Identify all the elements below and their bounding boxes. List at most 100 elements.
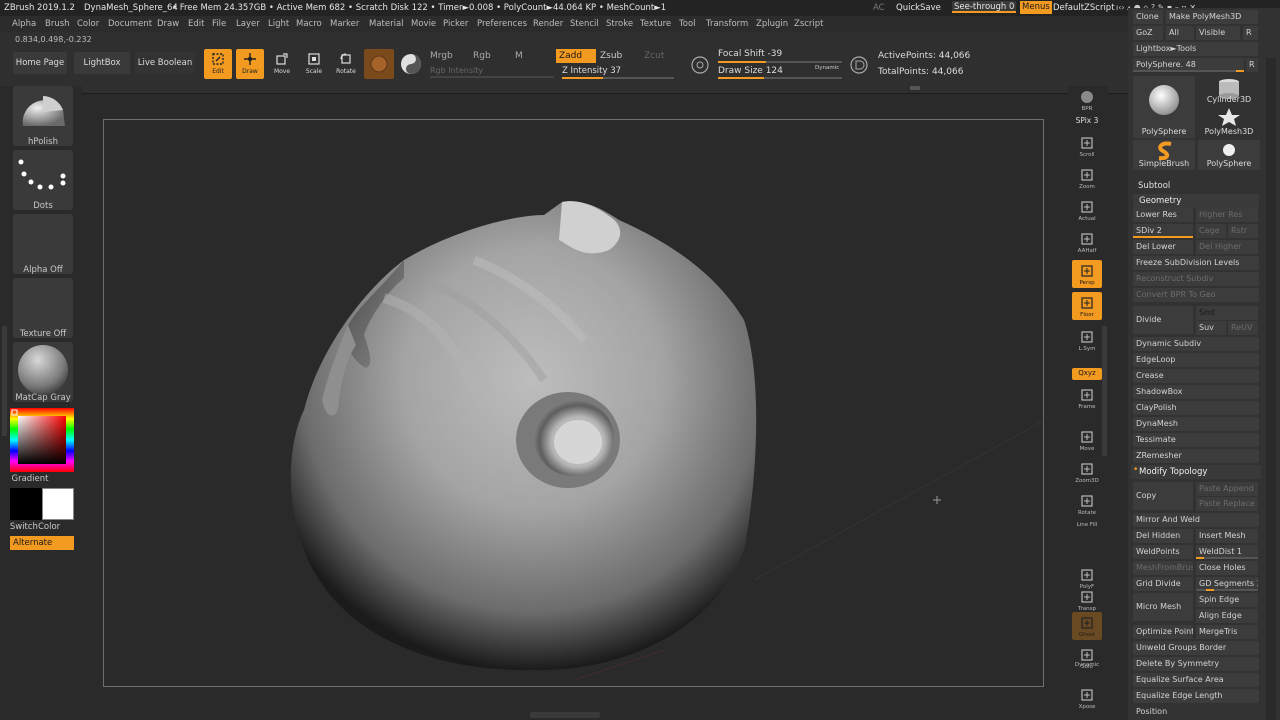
actual-button[interactable]: Actual (1072, 196, 1102, 224)
rstr-button[interactable]: Rstr (1228, 224, 1258, 238)
spix-button[interactable]: SPix 3 (1072, 116, 1102, 128)
polymesh-tool-thumb[interactable] (1198, 107, 1260, 127)
spin-edge-button[interactable]: Spin Edge (1196, 593, 1258, 607)
m-button[interactable]: M (515, 51, 523, 61)
move-mode-button[interactable]: Move (268, 49, 296, 79)
freeze-subdiv-button[interactable]: Freeze SubDivision Levels (1133, 256, 1259, 270)
toolbar-scroll-handle[interactable] (910, 86, 920, 90)
z-intensity-slider[interactable]: Z Intensity 37 (562, 66, 621, 76)
clone-button[interactable]: Clone (1133, 10, 1163, 24)
menu-zplugin[interactable]: Zplugin (756, 16, 788, 32)
grid-divide-button[interactable]: Grid Divide (1133, 577, 1193, 591)
crease-section[interactable]: Crease (1133, 369, 1259, 383)
menu-macro[interactable]: Macro (296, 16, 322, 32)
secondary-color-swatch[interactable] (10, 488, 42, 520)
unweld-groups-border-button[interactable]: Unweld Groups Border (1133, 641, 1259, 655)
switchcolor-button[interactable]: SwitchColor (0, 522, 70, 532)
visible-button[interactable]: Visible (1196, 26, 1240, 40)
all-button[interactable]: All (1166, 26, 1194, 40)
menu-transform[interactable]: Transform (706, 16, 748, 32)
home-page-button[interactable]: Home Page (13, 52, 67, 74)
menu-light[interactable]: Light (268, 16, 289, 32)
polysphere-slider-track[interactable] (1133, 70, 1244, 72)
lsym-button[interactable]: L.Sym (1072, 326, 1102, 354)
menus-toggle[interactable]: Menus (1020, 1, 1052, 14)
zsub-button[interactable]: Zsub (600, 51, 622, 61)
lightbox-tools-button[interactable]: Lightbox►Tools (1133, 42, 1258, 56)
persp-button[interactable]: Persp (1072, 260, 1102, 288)
modify-topology-header[interactable]: • Modify Topology (1131, 465, 1261, 479)
menu-texture[interactable]: Texture (640, 16, 671, 32)
alternate-button[interactable]: Alternate (10, 536, 74, 550)
equalize-edge-length-button[interactable]: Equalize Edge Length (1133, 689, 1259, 703)
dynamic-toggle[interactable]: Dynamic (815, 65, 839, 71)
position-section[interactable]: Position (1133, 705, 1259, 719)
align-edge-button[interactable]: Align Edge (1196, 609, 1258, 623)
ghost-button[interactable]: Ghost (1072, 612, 1102, 640)
transp-button[interactable]: Transp (1072, 586, 1102, 614)
menu-stroke[interactable]: Stroke (606, 16, 633, 32)
sculpt-mesh[interactable] (104, 120, 1044, 687)
menu-movie[interactable]: Movie (411, 16, 436, 32)
draw-size-track[interactable] (718, 77, 842, 79)
draw-mode-button[interactable]: Draw (236, 49, 264, 79)
palette-scrollbar[interactable] (1266, 58, 1276, 720)
rgb-button[interactable]: Rgb (473, 51, 491, 61)
see-through-slider[interactable]: See-through 0 (952, 1, 1017, 13)
document-viewport[interactable] (103, 119, 1044, 687)
meshfrombrush-button[interactable]: MeshFromBrush (1133, 561, 1193, 575)
welddist-track[interactable] (1196, 557, 1258, 559)
menu-edit[interactable]: Edit (188, 16, 204, 32)
tessimate-section[interactable]: Tessimate (1133, 433, 1259, 447)
live-boolean-button[interactable]: Live Boolean (135, 52, 195, 74)
default-zscript-button[interactable]: DefaultZScript (1053, 0, 1115, 16)
edit-mode-button[interactable]: Edit (204, 49, 232, 79)
reuv-button[interactable]: ReUV (1228, 321, 1258, 335)
focal-shift-slider[interactable]: Focal Shift -39 (718, 49, 782, 59)
cage-button[interactable]: Cage (1196, 224, 1226, 238)
zadd-button[interactable]: Zadd (556, 49, 596, 63)
edgeloop-section[interactable]: EdgeLoop (1133, 353, 1259, 367)
make-polymesh-button[interactable]: Make PolyMesh3D (1166, 10, 1258, 24)
xyz-button[interactable]: Qxyz (1072, 368, 1102, 380)
r-button[interactable]: R (1243, 26, 1258, 40)
menu-stencil[interactable]: Stencil (570, 16, 599, 32)
menu-tool[interactable]: Tool (679, 16, 696, 32)
subtool-section[interactable]: Subtool (1138, 181, 1170, 191)
menu-color[interactable]: Color (77, 16, 99, 32)
bpr-button[interactable]: BPR (1072, 86, 1102, 114)
scroll-button[interactable]: Scroll (1072, 132, 1102, 160)
dynamic-button[interactable]: Dynamic (1072, 662, 1102, 672)
del-higher-button[interactable]: Del Higher (1196, 240, 1258, 254)
mrgb-button[interactable]: Mrgb (430, 51, 453, 61)
canvas-bottom-handle[interactable] (530, 712, 600, 718)
color-picker[interactable] (10, 408, 74, 472)
scale-mode-button[interactable]: Scale (300, 49, 328, 79)
micro-mesh-button[interactable]: Micro Mesh (1133, 593, 1193, 621)
rgb-intensity-slider[interactable]: Rgb Intensity (430, 66, 483, 75)
xpose-button[interactable]: Xpose (1072, 684, 1102, 712)
menu-material[interactable]: Material (369, 16, 404, 32)
floor-button[interactable]: Floor (1072, 292, 1102, 320)
divide-button[interactable]: Divide (1133, 306, 1193, 334)
paste-replace-button[interactable]: Paste Replace (1196, 497, 1258, 511)
del-lower-button[interactable]: Del Lower (1133, 240, 1193, 254)
close-holes-button[interactable]: Close Holes (1196, 561, 1258, 575)
frame-button[interactable]: Frame (1072, 384, 1102, 412)
copy-button[interactable]: Copy (1133, 482, 1193, 510)
claypolish-section[interactable]: ClayPolish (1133, 401, 1259, 415)
menu-brush[interactable]: Brush (45, 16, 70, 32)
move-button[interactable]: Move (1072, 426, 1102, 454)
menu-draw[interactable]: Draw (157, 16, 179, 32)
dynamic-subdiv-section[interactable]: Dynamic Subdiv (1133, 337, 1259, 351)
menu-preferences[interactable]: Preferences (477, 16, 527, 32)
linefill-button[interactable]: Line Fill (1072, 522, 1102, 532)
zoom-button[interactable]: Zoom (1072, 164, 1102, 192)
zoom3d-button[interactable]: Zoom3D (1072, 458, 1102, 486)
quicksave-button[interactable]: QuickSave (896, 0, 941, 16)
focal-shift-track[interactable] (718, 61, 842, 63)
rotate-mode-button[interactable]: Rotate (332, 49, 360, 79)
optimize-points-button[interactable]: Optimize Points (1133, 625, 1193, 639)
goz-button[interactable]: GoZ (1133, 26, 1163, 40)
focal-shift-icon[interactable] (690, 55, 710, 75)
